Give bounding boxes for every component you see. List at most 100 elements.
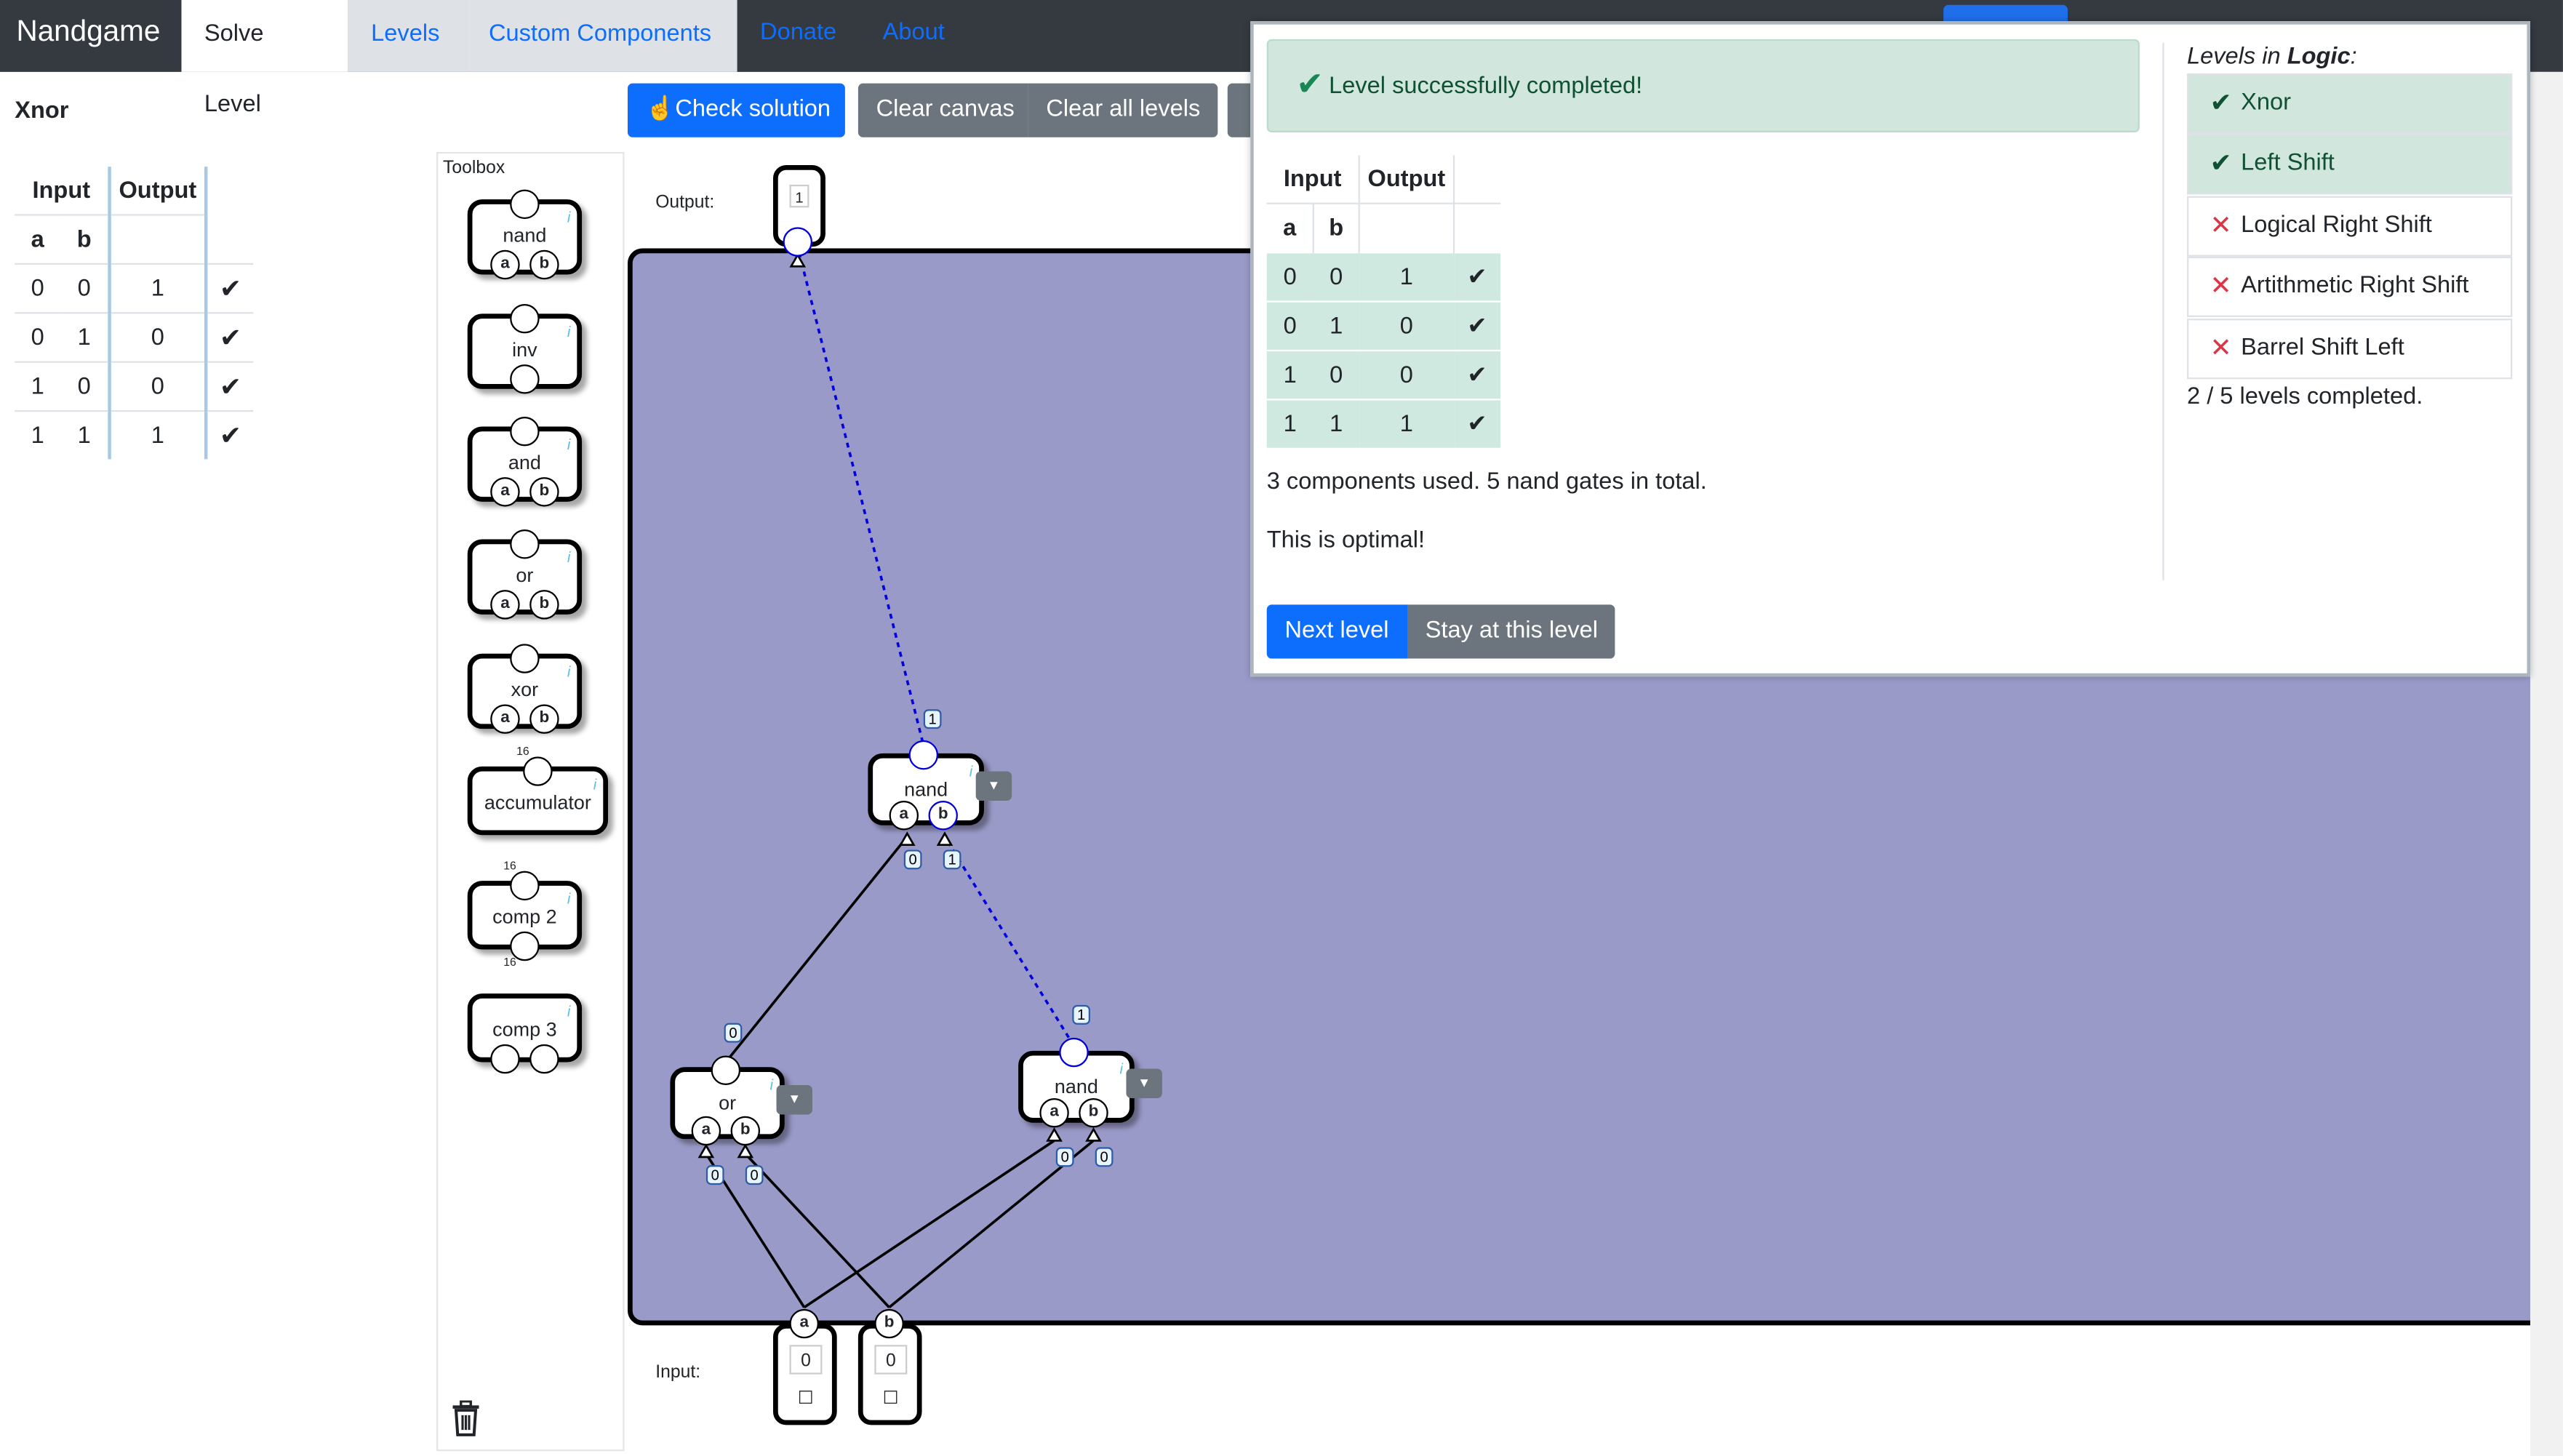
input-a-value[interactable]: 0 xyxy=(789,1345,823,1375)
trash-icon[interactable] xyxy=(449,1400,482,1445)
gate-input-pin-a[interactable]: a xyxy=(691,1116,721,1146)
info-icon[interactable]: i xyxy=(567,549,570,565)
gate-input-pin-a[interactable]: a xyxy=(889,801,919,831)
input-pin-a[interactable]: a xyxy=(490,477,520,507)
input-pin[interactable] xyxy=(510,931,540,961)
results-row: 0 1 0 ✔ xyxy=(1266,300,1501,351)
level-item-barrel-shift-left[interactable]: ✕ Barrel Shift Left xyxy=(2187,319,2513,380)
level-item-left-shift[interactable]: ✔ Left Shift xyxy=(2187,134,2513,195)
input-pin-a[interactable]: a xyxy=(789,1308,819,1339)
info-icon[interactable]: i xyxy=(567,324,570,340)
output-pin[interactable] xyxy=(523,756,553,786)
truth-table-row: 1 0 0 ✔ xyxy=(15,361,254,412)
bit-width-label: 16 xyxy=(503,861,516,873)
output-pin[interactable] xyxy=(510,189,540,220)
donate-link[interactable]: Donate xyxy=(760,0,836,65)
output-input-pin[interactable] xyxy=(783,227,812,257)
toolbox-title: Toolbox xyxy=(443,158,505,178)
input-pin-a[interactable]: a xyxy=(490,704,520,734)
divider xyxy=(2162,42,2164,580)
truth-table-row: 1 1 1 ✔ xyxy=(15,410,254,460)
gate-dropdown-button[interactable]: ▼ xyxy=(1126,1068,1162,1098)
input-pin-a[interactable]: a xyxy=(490,590,520,620)
gate-input-pin-b[interactable]: b xyxy=(1079,1097,1108,1128)
truth-table-b-header: b xyxy=(60,214,111,264)
gate-input-pin-b[interactable]: b xyxy=(730,1116,761,1146)
input-a-checkbox[interactable]: ☐ xyxy=(798,1388,814,1409)
tab-custom-components[interactable]: Custom Components xyxy=(465,0,737,72)
toolbox-inv[interactable]: inv i xyxy=(467,303,583,394)
truth-table: Input Output a b 0 0 1 ✔ 0 1 0 ✔ 1 0 0 ✔ xyxy=(15,167,254,460)
about-link[interactable]: About xyxy=(883,0,945,65)
wire-value-tag: 1 xyxy=(923,709,942,729)
toolbox-nand[interactable]: nand i a b xyxy=(467,189,583,280)
level-item-arithmetic-right-shift[interactable]: ✕ Artithmetic Right Shift xyxy=(2187,256,2513,317)
input-pin-b[interactable]: b xyxy=(529,249,559,280)
toolbox-and[interactable]: and i a b xyxy=(467,416,583,507)
gate-output-pin[interactable] xyxy=(711,1055,741,1086)
info-icon[interactable]: i xyxy=(567,436,570,452)
info-icon[interactable]: i xyxy=(770,1077,773,1093)
input-node-b[interactable]: 0 ☐ xyxy=(857,1324,922,1425)
output-pin[interactable] xyxy=(510,644,540,673)
info-icon[interactable]: i xyxy=(1119,1060,1122,1076)
input-pin[interactable] xyxy=(510,364,540,394)
info-icon[interactable]: i xyxy=(567,663,570,679)
input-b-value[interactable]: 0 xyxy=(874,1345,908,1375)
success-alert: ✔ Level successfully completed! xyxy=(1266,39,2140,133)
output-pin[interactable] xyxy=(510,871,540,901)
info-icon[interactable]: i xyxy=(567,209,570,225)
wire-value-tag: 1 xyxy=(1072,1004,1091,1025)
wire-value-tag: 0 xyxy=(745,1165,764,1185)
input-pin-b[interactable]: b xyxy=(529,704,559,734)
input-pin-b[interactable]: b xyxy=(529,590,559,620)
truth-table-a-header: a xyxy=(15,214,61,264)
output-value: 1 xyxy=(789,184,809,208)
stay-level-button[interactable]: Stay at this level xyxy=(1407,604,1615,659)
input-pin-a[interactable] xyxy=(490,1044,520,1074)
input-label: Input: xyxy=(655,1362,701,1383)
gate-output-pin[interactable] xyxy=(908,740,939,770)
check-icon: ✔ xyxy=(206,312,254,362)
clear-canvas-button[interactable]: Clear canvas xyxy=(857,83,1028,137)
info-icon[interactable]: i xyxy=(567,891,570,907)
toolbox-or[interactable]: or i a b xyxy=(467,529,583,620)
check-solution-button[interactable]: ☝Check solution xyxy=(628,83,845,137)
input-pin-a[interactable]: a xyxy=(490,249,520,280)
output-pin[interactable] xyxy=(510,529,540,559)
level-item-xnor[interactable]: ✔ Xnor xyxy=(2187,73,2513,135)
input-pin-b[interactable] xyxy=(529,1044,559,1074)
output-pin[interactable] xyxy=(510,416,540,447)
wire-value-tag: 0 xyxy=(903,849,922,870)
info-icon[interactable]: i xyxy=(969,763,972,779)
tab-solve-level[interactable]: Solve Level xyxy=(181,0,348,118)
info-icon[interactable]: i xyxy=(567,1004,570,1020)
info-icon[interactable]: i xyxy=(593,776,596,792)
input-node-a[interactable]: 0 ☐ xyxy=(773,1324,837,1425)
toolbox-xor[interactable]: xor i a b xyxy=(467,644,583,734)
app-stage: Nandgame Solve Level Levels Custom Compo… xyxy=(0,0,2563,1456)
brand-logo[interactable]: Nandgame xyxy=(16,15,160,49)
input-pin-b[interactable]: b xyxy=(529,477,559,507)
gate-output-pin[interactable] xyxy=(1059,1037,1089,1068)
input-pin-b[interactable]: b xyxy=(874,1308,904,1339)
check-icon: ✔ xyxy=(1454,399,1501,448)
gate-input-pin-a[interactable]: a xyxy=(1039,1097,1069,1128)
scrollbar[interactable] xyxy=(2530,71,2563,1456)
tab-levels[interactable]: Levels xyxy=(348,0,466,72)
levels-heading: Levels in Logic: xyxy=(2187,44,2357,71)
check-icon: ✔ xyxy=(206,410,254,460)
input-b-checkbox[interactable]: ☐ xyxy=(883,1388,899,1409)
output-pin[interactable] xyxy=(510,303,540,334)
level-item-logical-right-shift[interactable]: ✕ Logical Right Shift xyxy=(2187,196,2513,257)
toolbox-comp-2[interactable]: comp 2 i 16 16 xyxy=(467,861,583,969)
next-level-button[interactable]: Next level xyxy=(1266,604,1408,659)
toolbox-accumulator[interactable]: accumulator i 16 xyxy=(467,747,609,836)
wire-value-tag: 1 xyxy=(943,849,961,870)
clear-all-levels-button[interactable]: Clear all levels xyxy=(1028,83,1218,137)
gate-dropdown-button[interactable]: ▼ xyxy=(776,1085,812,1115)
gate-dropdown-button[interactable]: ▼ xyxy=(975,771,1012,801)
results-table: Input Output a b 0 0 1 ✔ 0 1 0 ✔ 1 0 0 ✔ xyxy=(1266,155,1501,448)
toolbox-comp-3[interactable]: comp 3 i xyxy=(467,993,583,1074)
gate-input-pin-b[interactable]: b xyxy=(928,801,958,831)
